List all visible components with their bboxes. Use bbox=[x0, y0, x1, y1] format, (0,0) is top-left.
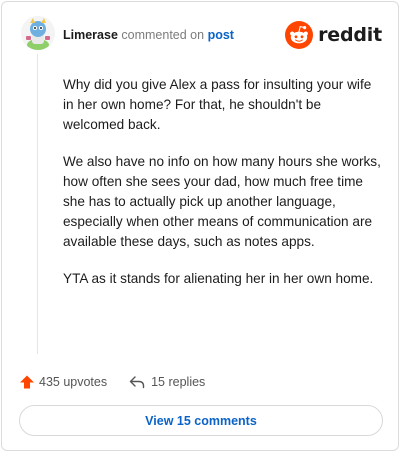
comment-body: Why did you give Alex a pass for insulti… bbox=[63, 75, 383, 306]
view-comments-button[interactable]: View 15 comments bbox=[19, 405, 383, 436]
action-text: commented on bbox=[121, 28, 205, 42]
comment-paragraph: YTA as it stands for alienating her in h… bbox=[63, 271, 374, 286]
reddit-wordmark: reddit bbox=[318, 24, 382, 46]
reddit-snoo-icon bbox=[285, 21, 314, 49]
user-avatar[interactable] bbox=[21, 16, 55, 50]
upvotes-count: 435 upvotes bbox=[39, 375, 108, 389]
comment-paragraph: We also have no info on how many hours s… bbox=[63, 154, 381, 249]
replies-stat[interactable]: 15 replies bbox=[129, 375, 205, 389]
thread-line bbox=[37, 54, 38, 354]
comment-byline: Limerase commented on post bbox=[63, 28, 234, 42]
upvote-arrow-icon bbox=[20, 375, 34, 389]
comment-paragraph: Why did you give Alex a pass for insulti… bbox=[63, 77, 372, 132]
username-link[interactable]: Limerase bbox=[63, 28, 118, 42]
upvotes-stat[interactable]: 435 upvotes bbox=[19, 374, 107, 390]
avatar-icon bbox=[21, 16, 55, 50]
replies-count: 15 replies bbox=[151, 375, 206, 389]
post-link[interactable]: post bbox=[208, 28, 234, 42]
reddit-comment-card: Limerase commented on post reddit Why di… bbox=[1, 1, 399, 451]
comment-header: Limerase commented on post reddit bbox=[18, 16, 382, 56]
comment-stats: 435 upvotes 15 replies bbox=[19, 372, 205, 392]
reddit-logo[interactable]: reddit bbox=[285, 20, 382, 50]
reply-arrow-icon bbox=[129, 376, 145, 389]
